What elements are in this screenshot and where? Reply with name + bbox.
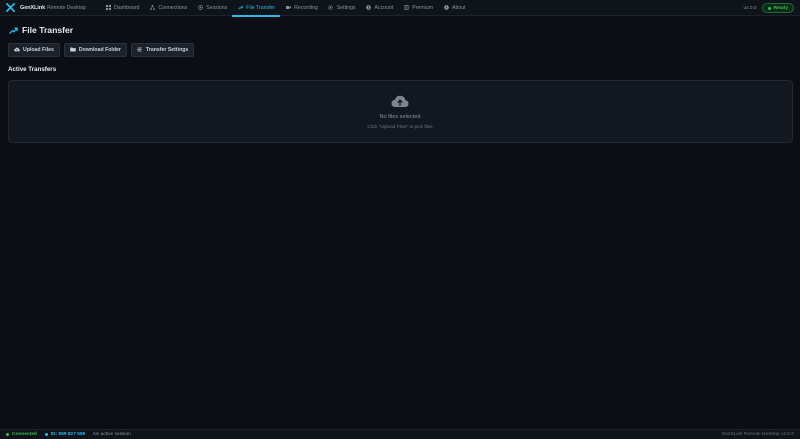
- nav-item-recording[interactable]: Recording: [280, 0, 323, 16]
- dashboard-icon: [105, 5, 111, 11]
- nav-item-sessions[interactable]: Sessions: [192, 0, 232, 16]
- nav-item-label: Dashboard: [114, 4, 140, 11]
- status-badge: Ready: [761, 3, 794, 13]
- recording-icon: [285, 5, 291, 11]
- nav-item-label: Sessions: [206, 4, 228, 11]
- connection-status: Connected: [6, 432, 37, 437]
- connected-dot-icon: [6, 433, 9, 436]
- nav-item-label: Settings: [336, 4, 356, 11]
- empty-state-title: No files selected: [379, 114, 421, 120]
- app-subtitle: Remote Desktop: [47, 4, 86, 11]
- status-dot-icon: [767, 6, 771, 10]
- nav-item-connections[interactable]: Connections: [144, 0, 192, 16]
- topbar-right: v2.0.0 Ready: [744, 0, 794, 16]
- status-bar-left: Connected ID: 869 827 559 No active sess…: [0, 432, 131, 437]
- active-transfers-heading: Active Transfers: [8, 66, 57, 73]
- page-title: File Transfer: [9, 25, 73, 35]
- nav-item-dashboard[interactable]: Dashboard: [100, 0, 144, 16]
- cloud-upload-icon: [391, 95, 409, 108]
- status-bar: Connected ID: 869 827 559 No active sess…: [0, 429, 800, 439]
- nav-item-label: About: [452, 4, 466, 11]
- app-name: GenXLink: [20, 4, 46, 11]
- nav-item-label: Recording: [294, 4, 318, 11]
- transfer-settings-label: Transfer Settings: [145, 47, 189, 53]
- nav-item-label: Premium: [412, 4, 434, 11]
- device-id-dot-icon: [44, 433, 48, 436]
- transfer-drop-zone[interactable]: [8, 80, 793, 143]
- folder-icon: [70, 47, 76, 53]
- nav-item-settings[interactable]: Settings: [323, 0, 361, 16]
- upload-files-button[interactable]: Upload Files: [8, 43, 60, 57]
- nav-item-premium[interactable]: Premium: [398, 0, 438, 16]
- nav-item-label: File Transfer: [246, 4, 276, 11]
- app-window: GenXLink Remote Desktop Dashboard Connec…: [0, 0, 800, 439]
- brand: GenXLink Remote Desktop: [0, 0, 100, 16]
- genxlink-logo-icon: [6, 3, 15, 12]
- file-transfer-icon: [237, 5, 243, 11]
- upload-files-label: Upload Files: [23, 47, 54, 53]
- nav-item-account[interactable]: Account: [361, 0, 399, 16]
- nav-item-about[interactable]: About: [438, 0, 471, 16]
- sliders-icon: [137, 47, 143, 53]
- version-label: v2.0.0: [743, 5, 757, 11]
- top-navigation-bar: GenXLink Remote Desktop Dashboard Connec…: [0, 0, 800, 17]
- nav-item-file-transfer[interactable]: File Transfer: [232, 0, 280, 17]
- connection-status-label: Connected: [12, 432, 37, 437]
- session-status: No active session: [93, 432, 131, 437]
- status-bar-app-version: GenXLink Remote Desktop v2.0.0: [721, 432, 794, 437]
- account-icon: [366, 5, 372, 11]
- nav-item-label: Connections: [158, 4, 188, 11]
- status-badge-label: Ready: [773, 5, 788, 11]
- download-folder-label: Download Folder: [78, 47, 121, 53]
- nav-item-label: Account: [374, 4, 394, 11]
- page-title-text: File Transfer: [22, 25, 74, 35]
- device-id-label: ID: 869 827 559: [50, 432, 86, 437]
- main-nav: Dashboard Connections Sessions File Tran…: [100, 0, 471, 17]
- info-icon: [443, 5, 449, 11]
- transfer-settings-button[interactable]: Transfer Settings: [130, 43, 195, 57]
- file-transfer-toolbar: Upload Files Download Folder Transfer Se…: [8, 43, 195, 57]
- file-transfer-icon: [9, 26, 18, 35]
- premium-icon: [403, 5, 409, 11]
- cloud-upload-icon: [14, 47, 20, 53]
- empty-state-hint: Click "Upload Files" to pick files: [367, 124, 433, 129]
- download-folder-button[interactable]: Download Folder: [63, 43, 127, 57]
- sessions-icon: [197, 5, 203, 11]
- connections-icon: [149, 5, 155, 11]
- device-id: ID: 869 827 559: [44, 432, 86, 437]
- gear-icon: [328, 5, 334, 11]
